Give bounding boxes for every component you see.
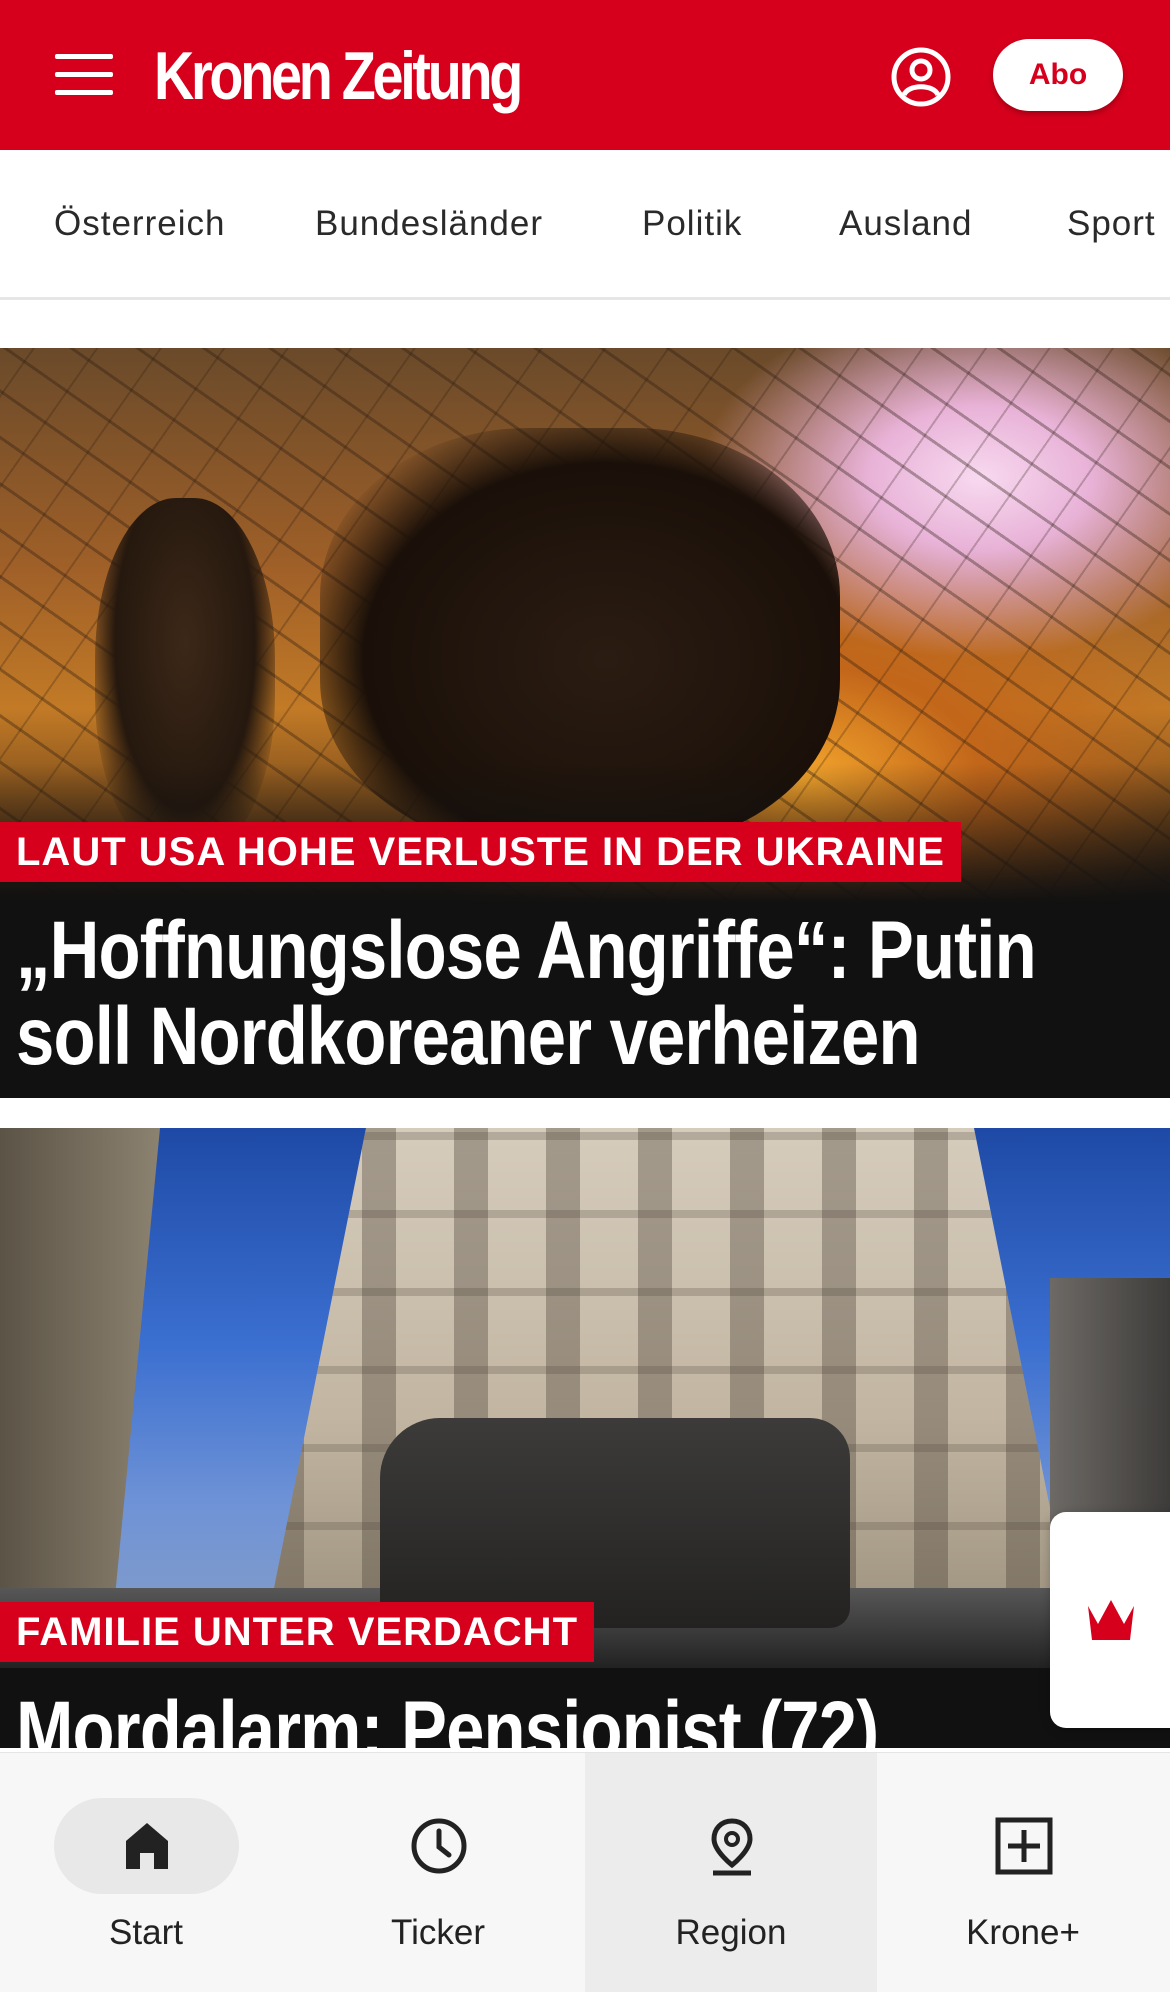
category-tab-politik[interactable]: Politik (642, 204, 742, 244)
article-headline: Mordalarm: Pensionist (72) (16, 1685, 879, 1749)
article-kicker: LAUT USA HOHE VERLUSTE IN DER UKRAINE (0, 822, 961, 882)
nav-label: Region (675, 1913, 787, 1952)
nav-label: Krone+ (966, 1913, 1080, 1952)
bottom-nav: Start Ticker Region Krone+ (0, 1752, 1170, 1992)
top-header: Kronen Zeitung Abo (0, 0, 1170, 150)
account-icon[interactable] (890, 46, 952, 108)
clock-icon (411, 1818, 467, 1874)
nav-tab-krone-plus[interactable]: Krone+ (877, 1753, 1169, 1992)
nav-tab-start[interactable]: Start (0, 1753, 292, 1992)
category-tab-oesterreich[interactable]: Österreich (54, 204, 225, 244)
category-tab-ausland[interactable]: Ausland (839, 204, 972, 244)
article-image (0, 348, 1170, 903)
abo-button[interactable]: Abo (993, 39, 1123, 111)
headline-line: „Hoffnungslose Angriffe“: Putin (16, 905, 1037, 996)
crown-icon (1088, 1600, 1134, 1640)
category-nav: Österreich Bundesländer Politik Ausland … (0, 150, 1170, 300)
article-image (0, 1128, 1170, 1668)
site-logo[interactable]: Kronen Zeitung (154, 36, 523, 116)
nav-label: Ticker (391, 1913, 485, 1952)
plus-box-icon (995, 1817, 1053, 1875)
home-icon (126, 1823, 168, 1869)
krone-floating-button[interactable] (1050, 1512, 1170, 1728)
nav-tab-region[interactable]: Region (585, 1753, 877, 1992)
headline-line: Mordalarm: Pensionist (72) (16, 1685, 879, 1749)
article-kicker: FAMILIE UNTER VERDACHT (0, 1602, 594, 1662)
hamburger-menu-icon[interactable] (55, 54, 113, 95)
nav-label: Start (109, 1913, 183, 1952)
article-card[interactable]: LAUT USA HOHE VERLUSTE IN DER UKRAINE „H… (0, 348, 1170, 1098)
nav-tab-ticker[interactable]: Ticker (292, 1753, 584, 1992)
article-card[interactable]: FAMILIE UNTER VERDACHT Mordalarm: Pensio… (0, 1128, 1170, 1748)
category-tab-sport[interactable]: Sport (1067, 204, 1156, 244)
category-tab-bundeslaender[interactable]: Bundesländer (315, 204, 543, 244)
location-pin-icon (711, 1818, 753, 1876)
article-headline: „Hoffnungslose Angriffe“: Putin soll Nor… (16, 905, 1037, 1082)
headline-line: soll Nordkoreaner verheizen (16, 991, 921, 1082)
